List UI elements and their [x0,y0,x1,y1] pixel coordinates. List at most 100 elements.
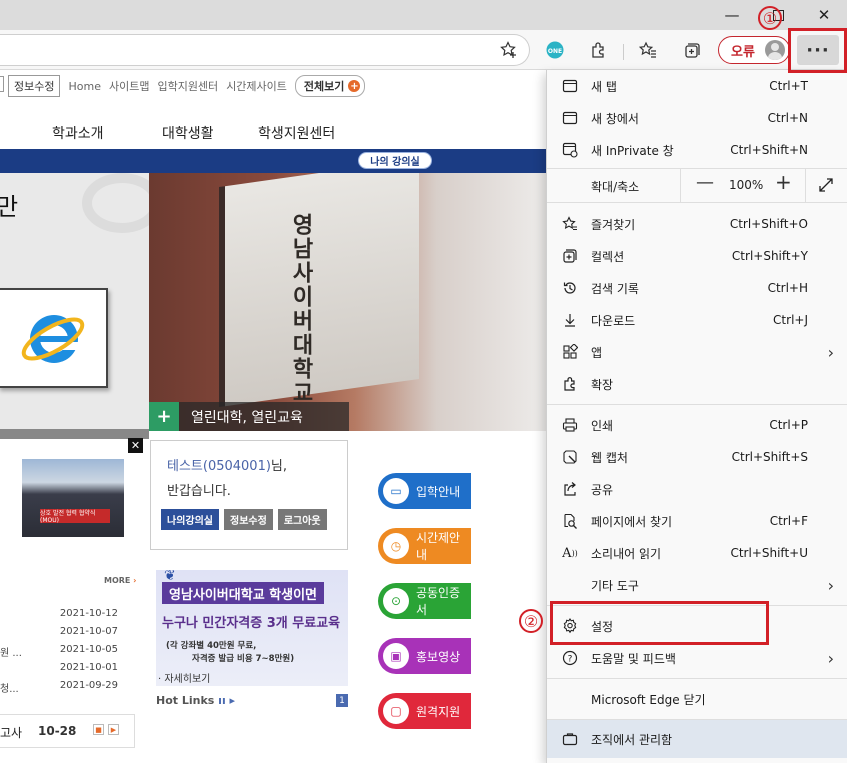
quick-remote-support[interactable]: ▢ 원격지원 [378,693,471,729]
menu-item-new-tab[interactable]: 새 탭 Ctrl+T [547,70,847,102]
menu-item-new-window[interactable]: 새 창에서 Ctrl+N [547,102,847,134]
popup-close-icon[interactable]: ✕ [128,438,143,453]
chevron-right-icon: › [827,342,834,362]
minimize-icon[interactable]: — [709,0,755,30]
hero-caption[interactable]: + 열린대학, 열린교육 [149,402,349,431]
exam-schedule: 고사 10-28 ■ ▶ [0,714,135,748]
menu-item-find[interactable]: 페이지에서 찾기 Ctrl+F [547,505,847,537]
list-item[interactable]: 2021-10-01 [0,662,135,680]
news-list: 2021-10-12 2021-10-07 원 ... 2021-10-05 20… [0,608,135,698]
hot-links-page[interactable]: 1 [336,694,348,707]
quick-timetable[interactable]: ◷ 시간제안내 [378,528,471,564]
news-date: 2021-10-05 [59,644,118,655]
help-icon: ? [561,649,579,667]
menu-shortcut: Ctrl+Shift+N [730,143,808,157]
more-link[interactable]: MORE › [104,576,136,585]
menu-item-web-capture[interactable]: 웹 캡처 Ctrl+Shift+S [547,441,847,473]
menu-item-favorites[interactable]: 즐겨찾기 Ctrl+Shift+O [547,208,847,240]
hot-links-text: Hot Links [156,694,215,707]
home-link[interactable]: Home [68,80,100,93]
menu-item-close-edge[interactable]: Microsoft Edge 닫기 [547,683,847,715]
settings-and-more-button[interactable]: ··· [797,35,839,65]
next-icon[interactable]: ▶ [108,724,119,735]
nav-campus-life[interactable]: 대학생활 [162,123,214,143]
menu-item-label: 웹 캡처 [591,450,628,465]
my-lecture-badge[interactable]: 나의 강의실 [358,152,432,169]
list-item[interactable]: 원 ... 2021-10-05 [0,644,135,662]
menu-item-collections[interactable]: 컬렉션 Ctrl+Shift+Y [547,240,847,272]
ad-detail: (각 강좌별 40만원 무료, 자격증 발급 비용 7~8만원) [166,640,294,666]
menu-shortcut: Ctrl+T [769,79,808,93]
web-capture-icon [561,448,579,466]
menu-item-apps[interactable]: 앱 › [547,336,847,368]
favorites-icon [561,215,579,233]
pause-icon[interactable]: ■ [93,724,104,735]
profile-edit-button[interactable]: 정보수정 [224,509,273,530]
menu-item-more-tools[interactable]: 기타 도구 › [547,569,847,601]
menu-item-label: 페이지에서 찾기 [591,514,673,529]
onenote-icon[interactable]: ONE [543,38,567,62]
gear-icon [561,617,579,635]
profile-avatar[interactable] [765,40,785,60]
menu-item-print[interactable]: 인쇄 Ctrl+P [547,409,847,441]
nav-departments[interactable]: 학과소개 [52,123,104,143]
menu-item-new-inprivate[interactable]: 새 InPrivate 창 Ctrl+Shift+N [547,134,847,166]
list-item[interactable]: 2021-10-07 [0,626,135,644]
menu-item-label: 기타 도구 [591,578,639,593]
quick-certificate-label: 공동인증서 [415,586,461,617]
chevron-right-icon: › [827,575,834,595]
menu-item-read-aloud[interactable]: A)) 소리내어 읽기 Ctrl+Shift+U [547,537,847,569]
ad-more-link[interactable]: · 자세히보기 [158,670,210,685]
my-lecture-button[interactable]: 나의강의실 [161,509,219,530]
menu-item-help[interactable]: ? 도움말 및 피드백 › [547,642,847,674]
ad-banner[interactable]: ❦ 영남사이버대학교 학생이면 누구나 민간자격증 3개 무료교육 (각 강좌별… [156,568,348,686]
add-favorite-icon[interactable] [497,38,521,62]
menu-item-history[interactable]: 검색 기록 Ctrl+H [547,272,847,304]
menu-shortcut: Ctrl+N [767,111,808,125]
list-item[interactable]: 청... 2021-09-29 [0,680,135,698]
menu-item-label: 앱 [591,345,603,360]
menu-item-label: 도움말 및 피드백 [591,651,676,666]
quick-promo-video[interactable]: ▣ 홍보영상 [378,638,471,674]
menu-item-downloads[interactable]: 다운로드 Ctrl+J [547,304,847,336]
sitemap-link[interactable]: 사이트맵 [109,78,149,94]
hero-left-bar [0,429,149,439]
view-all-button[interactable]: 전체보기 + [294,75,366,97]
quick-certificate[interactable]: ⊙ 공동인증서 [378,583,471,619]
close-icon[interactable]: ✕ [801,0,847,30]
menu-item-extensions[interactable]: 확장 [547,368,847,400]
ad-line1: 영남사이버대학교 학생이면 [162,582,324,604]
logout-button[interactable]: 로그아웃 [277,509,327,530]
menu-item-label: 설정 [591,619,614,634]
menu-shortcut: Ctrl+H [767,281,808,295]
menu-item-settings[interactable]: 설정 [547,610,847,642]
download-icon [561,311,579,329]
error-status-button[interactable]: 오류 [718,36,790,64]
quick-admission[interactable]: ▭ 입학안내 [378,473,471,509]
profile-edit-link[interactable]: 정보수정 [8,75,61,97]
timetable-site-link[interactable]: 시간제사이트 [226,78,287,94]
extensions-icon[interactable] [587,38,611,62]
quick-timetable-label: 시간제안내 [415,531,461,562]
zoom-in-button[interactable]: + [775,170,792,194]
share-icon [561,480,579,498]
menu-item-label: Microsoft Edge 닫기 [591,692,706,707]
internet-explorer-icon [0,288,108,388]
fullscreen-icon[interactable] [818,177,834,196]
ad-line2: 누구나 민간자격증 3개 무료교육 [162,616,341,631]
mou-photo[interactable]: 상호 발전 협력 협약식(MOU) [22,459,124,537]
zoom-out-button[interactable]: — [696,172,714,193]
address-bar[interactable] [0,34,530,66]
nav-student-support[interactable]: 학생지원센터 [258,123,335,143]
list-item[interactable]: 2021-10-12 [0,608,135,626]
collections-icon[interactable] [680,38,704,62]
news-title: 청... [0,684,19,695]
video-icon: ▣ [383,643,409,669]
menu-item-managed[interactable]: 조직에서 관리함 [547,720,847,758]
history-icon [561,279,579,297]
find-icon [561,512,579,530]
admission-center-link[interactable]: 입학지원센터 [157,78,218,94]
collections-icon [561,247,579,265]
menu-item-share[interactable]: 공유 [547,473,847,505]
favorites-icon[interactable] [636,38,660,62]
